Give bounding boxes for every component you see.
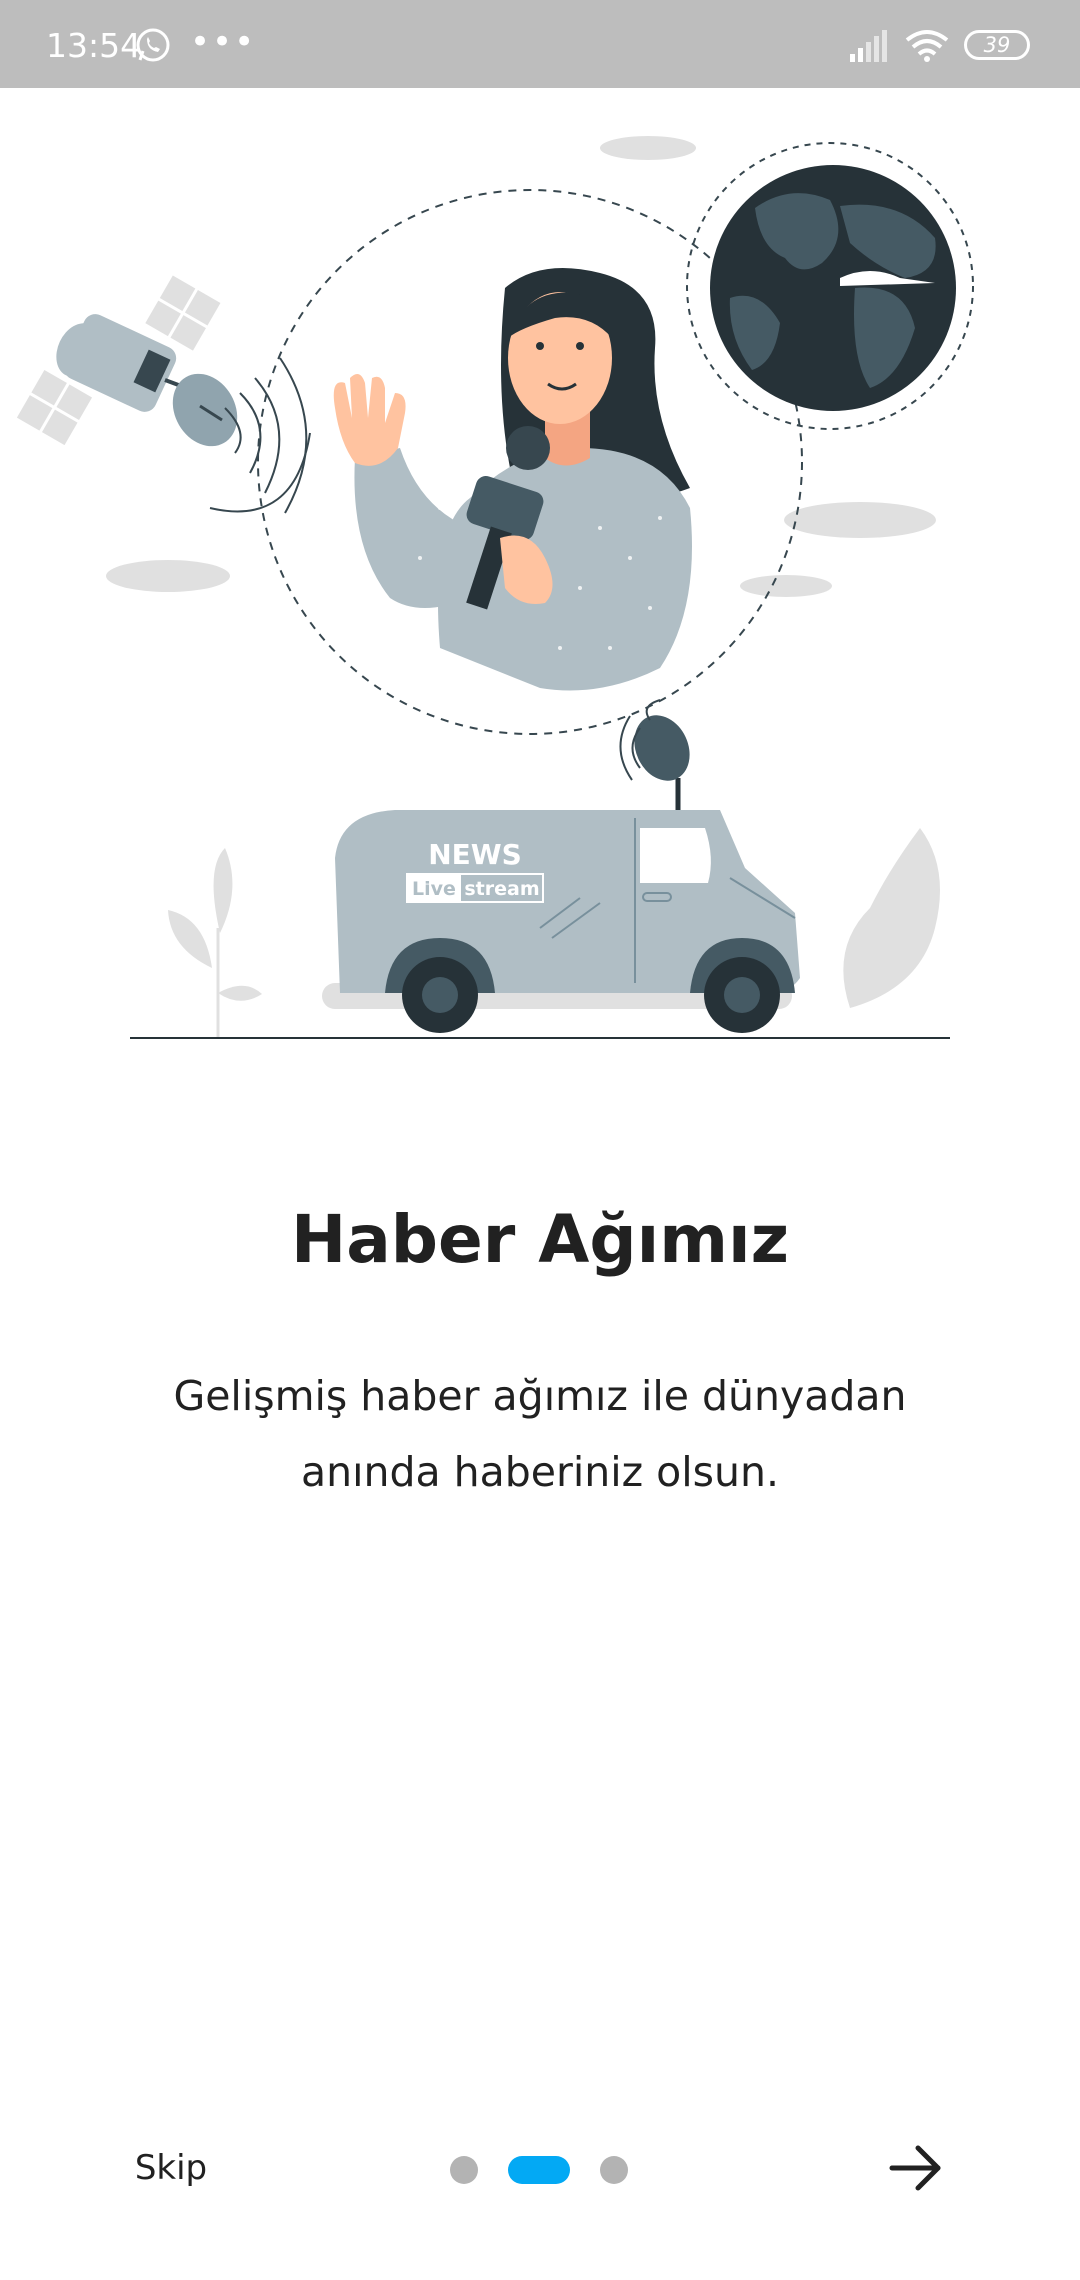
battery-icon: 39 [964,30,1030,60]
page-indicator [444,2154,644,2184]
skip-button[interactable]: Skip [116,2140,226,2196]
more-notifications-icon: ••• [190,22,257,62]
news-van-icon: NEWS Live stream [322,810,800,1033]
page-dot-3[interactable] [600,2156,628,2184]
whatsapp-icon [136,28,170,62]
van-news-label: NEWS [428,838,522,871]
battery-level: 39 [983,33,1011,57]
wifi-icon [905,30,949,62]
van-live-label: Live [412,878,456,900]
page-title: Haber Ağımız [290,1201,790,1278]
signal-icon [850,30,887,62]
status-bar: 13:54 ••• 39 [0,0,1080,88]
van-stream-label: stream [464,878,539,900]
status-time: 13:54 [46,26,142,65]
page-description: Gelişmiş haber ağımız ile dünyadan anınd… [173,1372,907,1496]
satellite-dish-icon [619,699,690,813]
page-dot-1[interactable] [450,2156,478,2184]
onboarding-screen: 13:54 ••• 39 NEWS Live stream Haber Ağım… [0,0,1080,2280]
globe-icon [710,165,956,411]
satellite-icon [12,271,311,514]
news-reporter-illustration: NEWS Live stream [12,136,974,1039]
reporter-icon [333,268,692,694]
page-dot-2-active[interactable] [508,2156,570,2184]
arrow-right-icon[interactable] [880,2136,950,2200]
